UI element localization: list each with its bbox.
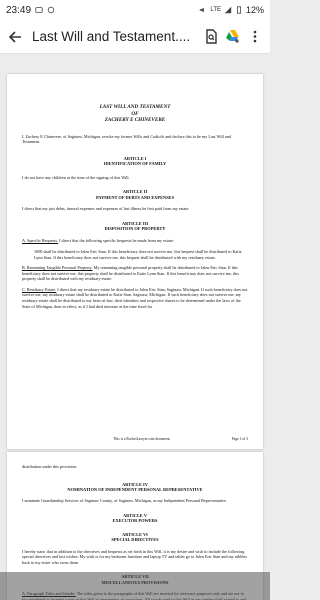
battery-percent: 12% — [245, 5, 264, 15]
article-2-title: PAYMENT OF DEBTS AND EXPENSES — [95, 194, 175, 200]
article-6-text: I hereby state, that in addition to the … — [22, 548, 247, 565]
app-notification-icon — [47, 6, 55, 14]
continued-text: distribution under this provision. — [22, 464, 77, 469]
add-to-drive-button[interactable] — [222, 26, 244, 48]
intro-paragraph: I, Zachery E Chinevere, of Saginaw, Mich… — [22, 133, 231, 145]
article-4-text: I nominate Guardianship Services of Sagi… — [22, 498, 228, 504]
more-options-button[interactable] — [244, 26, 266, 48]
specific-bequests-detail: 1000 shall be distributed to Jalen Eric … — [34, 248, 242, 260]
article-5-title: EXECUTOR POWERS — [112, 518, 158, 524]
status-time: 23:49 — [6, 4, 32, 16]
search-in-document-button[interactable] — [200, 26, 222, 48]
document-page-1: LAST WILL AND TESTAMENT OF ZACHERY E CHI… — [7, 74, 263, 449]
article-6-title: SPECIAL DIRECTIVES — [111, 537, 159, 543]
residuary-estate-paragraph: C. Residuary Estate. I direct that my re… — [22, 287, 248, 309]
residuary-estate-label: C. Residuary Estate. — [22, 286, 57, 292]
specific-bequests-text: I direct that the following specific beq… — [58, 238, 174, 244]
navigation-overlay — [0, 572, 270, 600]
mute-icon — [200, 7, 205, 13]
article-2-text: I direct that my just debts, funeral exp… — [22, 205, 190, 211]
document-title: Last Will and Testament.... — [32, 29, 191, 44]
app-bar: Last Will and Testament.... — [0, 20, 270, 54]
back-button[interactable] — [4, 26, 26, 48]
page-footer: This is a RocketLawyer.com document. Pag… — [22, 437, 248, 441]
article-4-title: NOMINATION OF INDEPENDENT PERSONAL REPRE… — [67, 487, 203, 492]
signal-icon — [224, 6, 232, 14]
residuary-estate-text: I direct that my residuary estate be dis… — [22, 286, 248, 309]
more-vert-icon — [253, 30, 257, 43]
drive-add-icon — [226, 30, 239, 43]
page-number: Page 1 of 3 — [231, 437, 248, 441]
network-type: LTE — [210, 7, 221, 13]
article-1-title: IDENTIFICATION OF FAMILY — [103, 161, 167, 167]
footer-source: This is a RocketLawyer.com document. — [113, 437, 171, 441]
tangible-property-paragraph: B. Remaining Tangible Personal Property.… — [22, 265, 248, 282]
testator-name: ZACHERY E CHINEVERE — [104, 117, 166, 123]
arrow-back-icon — [8, 30, 21, 43]
status-bar: 23:49 LTE 12% — [0, 0, 270, 20]
specific-bequests-label: A. Specific Bequests. — [22, 238, 59, 244]
notification-icon — [35, 7, 43, 13]
article-3-title: DISPOSITION OF PROPERTY — [104, 225, 166, 231]
article-1-text: I do not have any children at the time o… — [22, 174, 130, 180]
battery-icon — [236, 6, 241, 14]
document-viewer[interactable]: LAST WILL AND TESTAMENT OF ZACHERY E CHI… — [0, 54, 270, 600]
specific-bequests-paragraph: A. Specific Bequests. I direct that the … — [22, 238, 248, 244]
document-search-icon — [205, 29, 217, 44]
tangible-property-label: B. Remaining Tangible Personal Property. — [22, 265, 93, 271]
